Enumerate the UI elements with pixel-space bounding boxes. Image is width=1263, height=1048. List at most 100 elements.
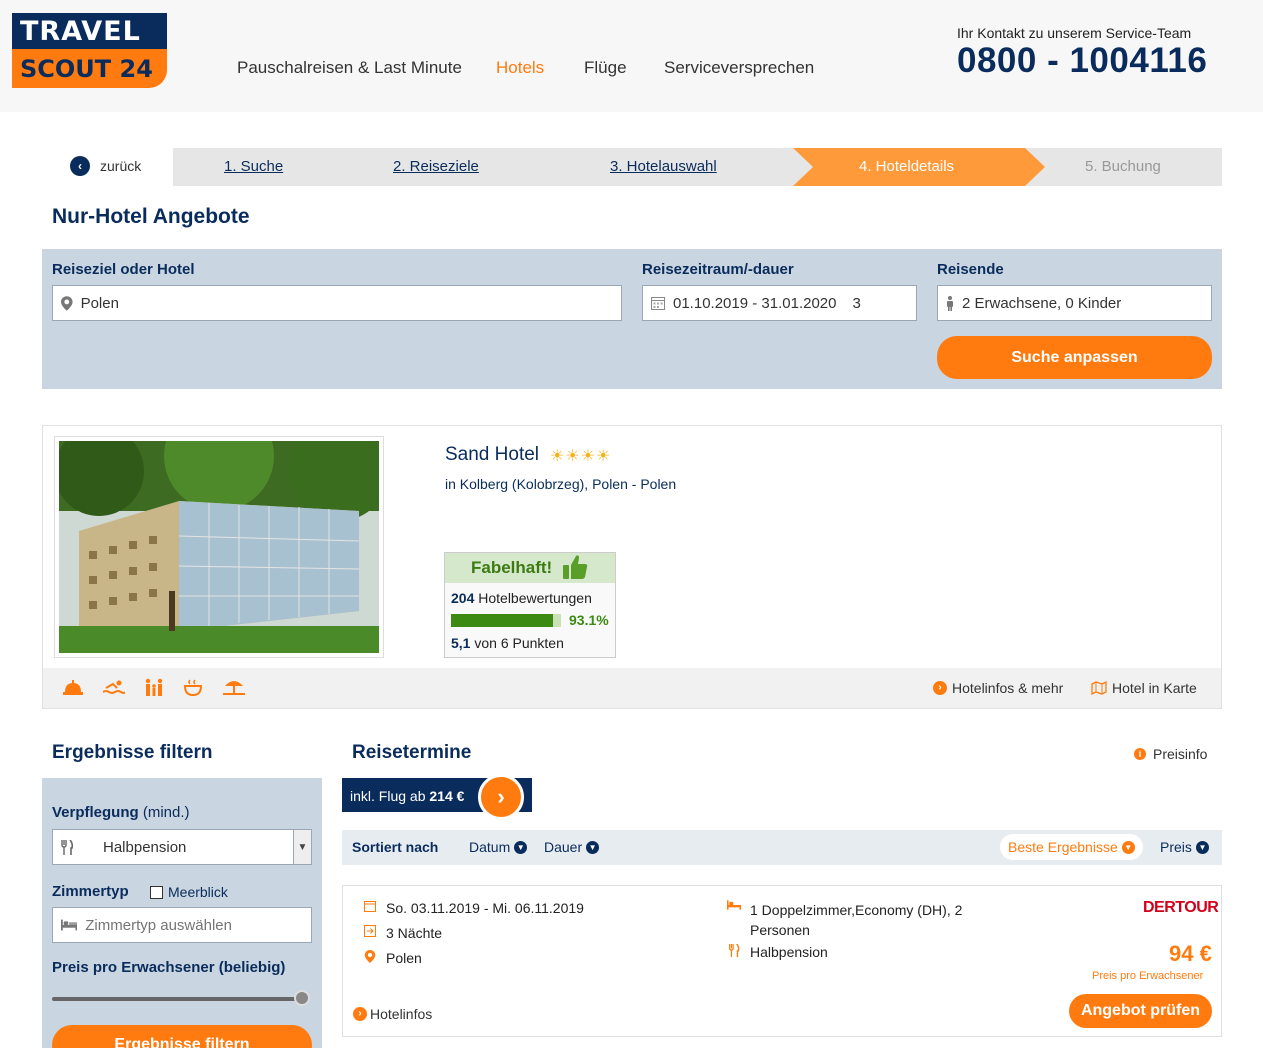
hotelinfos-more-link[interactable]: › Hotelinfos & mehr — [933, 680, 1063, 696]
flight-prefix: inkl. Flug ab — [350, 788, 426, 804]
chevron-left-icon: ‹ — [70, 156, 90, 176]
swimming-icon — [103, 680, 125, 694]
back-link[interactable]: ‹ zurück — [70, 156, 141, 176]
period-field[interactable]: 01.10.2019 - 31.01.2020 3 — [642, 285, 917, 321]
hotel-image[interactable] — [54, 436, 384, 658]
offer-card: So. 03.11.2019 - Mi. 06.11.2019 3 Nächte… — [342, 885, 1222, 1037]
sort-label: Sortiert nach — [352, 839, 439, 855]
sort-dauer[interactable]: Dauer ▼ — [544, 839, 600, 855]
price-range: (beliebig) — [218, 959, 286, 976]
offer-destination: Polen — [363, 950, 422, 966]
period-nights: 3 — [852, 294, 861, 312]
sort-preis-label: Preis — [1160, 839, 1192, 855]
chevron-down-icon: ▼ — [1195, 840, 1209, 854]
chevron-right-icon[interactable]: › — [478, 774, 524, 820]
duration-icon — [364, 925, 376, 937]
preisinfo-label: Preisinfo — [1153, 746, 1208, 762]
step-hoteldetails: 4. Hoteldetails — [859, 158, 955, 175]
sort-datum-label: Datum — [469, 839, 511, 855]
flight-price: 214 € — [429, 788, 465, 804]
rating-bar — [451, 614, 561, 627]
info-icon: i — [1134, 748, 1146, 760]
destination-input[interactable] — [80, 294, 621, 312]
travelers-label: Reisende — [937, 261, 1004, 278]
search-panel: Reiseziel oder Hotel Reisezeitraum/-daue… — [42, 249, 1222, 389]
sort-best-results[interactable]: Beste Ergebnisse ▼ — [1000, 834, 1143, 860]
offer-room-line-1: 1 Doppelzimmer,Economy (DH), 2 — [750, 902, 963, 918]
offer-room: 1 Doppelzimmer,Economy (DH), 2 Personen — [727, 900, 962, 940]
step-suche[interactable]: 1. Suche — [224, 158, 283, 175]
bed-icon — [61, 919, 78, 931]
seaview-checkbox[interactable] — [150, 885, 163, 899]
offer-nights-text: 3 Nächte — [386, 925, 443, 941]
booking-steps: 1. Suche 2. Reiseziele 3. Hotelauswahl 4… — [173, 148, 1222, 186]
board-select[interactable]: Halbpension ▼ — [52, 829, 312, 865]
step-reiseziele[interactable]: 2. Reiseziele — [393, 158, 479, 175]
reviews-text: Hotelbewertungen — [478, 590, 592, 606]
rating-box[interactable]: Fabelhaft! 204 Hotelbewertungen 93.1% 5,… — [444, 552, 616, 658]
seaview-label: Meerblick — [168, 884, 228, 900]
reviews-count: 204 — [451, 590, 475, 606]
price-slider-handle[interactable] — [294, 990, 310, 1006]
price-slider-track[interactable] — [52, 997, 304, 1001]
seaview-checkbox-row[interactable]: Meerblick — [150, 884, 228, 900]
destination-field[interactable] — [52, 285, 622, 321]
chevron-down-icon: ▼ — [293, 830, 311, 864]
step-hotelauswahl[interactable]: 3. Hotelauswahl — [610, 158, 717, 175]
page-title: Nur-Hotel Angebote — [52, 205, 250, 228]
calendar-icon — [364, 901, 376, 912]
price-label-text: Preis pro Erwachsener — [52, 959, 215, 976]
rating-header: Fabelhaft! — [445, 553, 615, 583]
hotel-name[interactable]: Sand Hotel — [445, 444, 539, 466]
offer-hotelinfos-label: Hotelinfos — [370, 1006, 433, 1022]
logo-line-1: TRAVEL — [12, 13, 167, 49]
hotel-card: Sand Hotel ☀☀☀☀ in Kolberg (Kolobrzeg), … — [42, 425, 1222, 709]
hotel-map-link[interactable]: Hotel in Karte — [1091, 680, 1197, 696]
person-icon — [947, 295, 953, 311]
results-title: Reisetermine — [352, 742, 472, 763]
rating-label: Fabelhaft! — [471, 558, 553, 577]
step-buchung: 5. Buchung — [1085, 158, 1161, 175]
back-label: zurück — [100, 158, 142, 174]
thumbs-up-icon — [563, 555, 588, 579]
offer-hotelinfos-link[interactable]: › Hotelinfos — [353, 1006, 432, 1022]
map-pin-icon — [364, 950, 376, 963]
filter-panel: Verpflegung (mind.) Halbpension ▼ Zimmer… — [42, 778, 322, 1048]
chevron-down-icon: ▼ — [1121, 840, 1135, 854]
nav-serviceversprechen[interactable]: Serviceversprechen — [664, 58, 814, 78]
room-type-field[interactable] — [52, 907, 312, 943]
points-text: von 6 Punkten — [474, 635, 564, 651]
filter-submit-button[interactable]: Ergebnisse filtern — [52, 1025, 312, 1048]
preisinfo-link[interactable]: i Preisinfo — [1134, 746, 1207, 762]
cutlery-icon — [61, 839, 73, 855]
travelers-value: 2 Erwachsene, 0 Kinder — [962, 294, 1122, 312]
logo-line-2: SCOUT 24 — [12, 49, 167, 88]
chevron-down-icon: ▼ — [586, 840, 600, 854]
check-offer-button[interactable]: Angebot prüfen — [1069, 994, 1212, 1028]
offer-board-text: Halbpension — [750, 944, 828, 960]
period-value: 01.10.2019 - 31.01.2020 — [673, 294, 837, 312]
operator-logo: DERTOUR — [1143, 899, 1219, 916]
rating-points: 5,1 von 6 Punkten — [451, 635, 564, 651]
sort-preis[interactable]: Preis ▼ — [1160, 839, 1209, 855]
offer-room-text: 1 Doppelzimmer,Economy (DH), 2 Personen — [750, 900, 962, 940]
logo[interactable]: TRAVEL SCOUT 24 — [12, 13, 167, 88]
board-label: Verpflegung (mind.) — [52, 804, 190, 821]
sort-datum[interactable]: Datum ▼ — [469, 839, 528, 855]
travelers-field[interactable]: 2 Erwachsene, 0 Kinder — [937, 285, 1212, 321]
rating-percent: 93.1% — [569, 612, 609, 628]
period-label: Reisezeitraum/-dauer — [642, 261, 794, 278]
contact-phone[interactable]: 0800 - 1004116 — [957, 41, 1207, 81]
flight-offer-banner[interactable]: inkl. Flug ab 214 € › — [342, 774, 532, 820]
offer-dates: So. 03.11.2019 - Mi. 06.11.2019 — [363, 900, 584, 916]
room-label: Zimmertyp — [52, 883, 129, 900]
nav-hotels[interactable]: Hotels — [496, 58, 544, 78]
nav-pauschalreisen[interactable]: Pauschalreisen & Last Minute — [237, 58, 462, 78]
reception-icon — [63, 680, 83, 695]
search-submit-button[interactable]: Suche anpassen — [937, 336, 1212, 379]
step-hoteldetails-active: 4. Hoteldetails — [793, 148, 1045, 186]
calendar-icon — [651, 297, 665, 310]
contact-label: Ihr Kontakt zu unserem Service-Team — [957, 25, 1192, 41]
nav-fluege[interactable]: Flüge — [584, 58, 627, 78]
room-type-input[interactable] — [85, 916, 311, 934]
